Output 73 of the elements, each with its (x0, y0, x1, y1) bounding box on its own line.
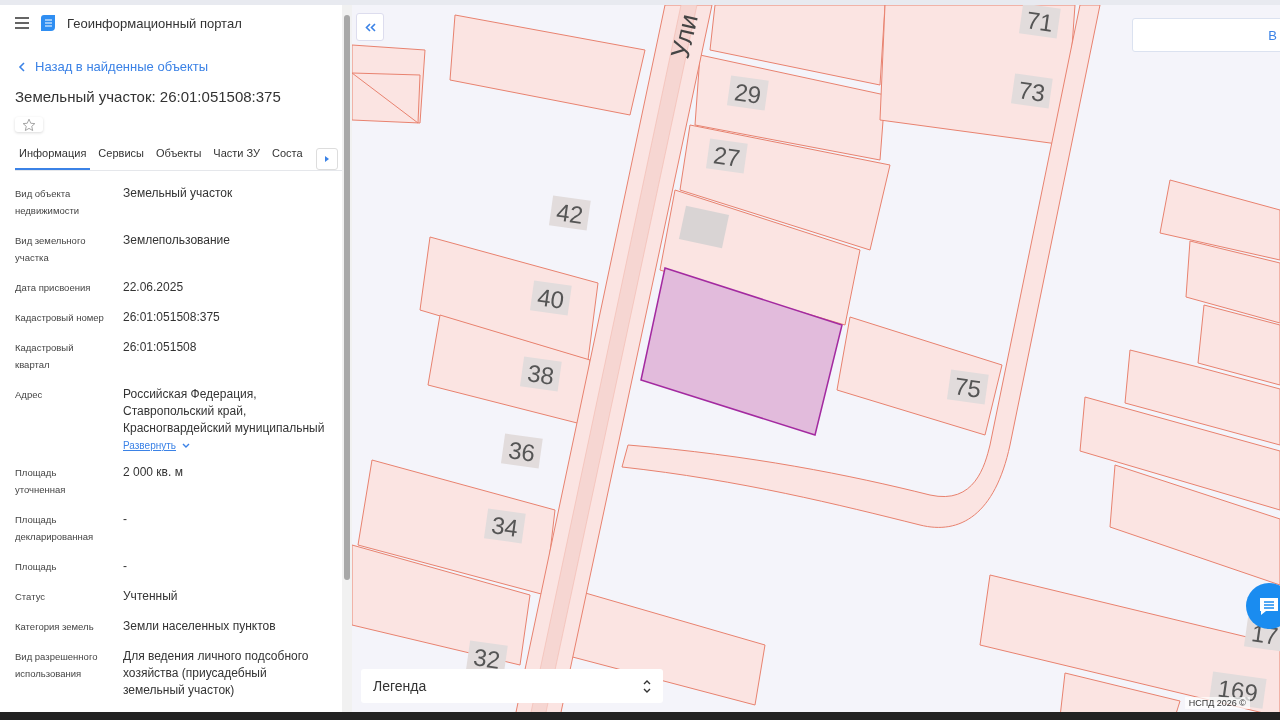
portal-title: Геоинформационный портал (67, 15, 242, 31)
expand-link[interactable]: Развернуть (123, 440, 327, 451)
house-number: 36 (500, 433, 543, 469)
land-parcel[interactable] (836, 316, 1003, 436)
land-parcel[interactable] (1185, 240, 1280, 324)
land-parcel[interactable] (979, 574, 1280, 712)
house-number: 29 (726, 75, 769, 111)
field-value: Землепользование (123, 232, 231, 249)
chevron-down-icon (182, 443, 190, 448)
land-parcel[interactable] (449, 14, 646, 116)
field-label: Кадастровый номер (15, 311, 105, 325)
chat-icon (1258, 596, 1280, 616)
double-chevron-left-icon (364, 22, 376, 32)
scroll-right-button[interactable] (316, 148, 338, 170)
scrollbar[interactable] (342, 5, 352, 712)
field-label: Кадастровый квартал (15, 341, 75, 372)
field-value: 26:01:051508 (123, 339, 198, 356)
house-number: 75 (946, 369, 989, 405)
search-button[interactable]: В (1132, 18, 1280, 52)
land-parcel[interactable] (1197, 304, 1280, 386)
house-number: 73 (1010, 73, 1053, 109)
field-value: 26:01:051508:375 (123, 309, 221, 326)
field-value: Учтенный (123, 588, 179, 605)
land-parcel[interactable] (419, 236, 599, 361)
house-number: 27 (705, 138, 748, 174)
field-label: Вид объекта недвижимости (15, 187, 81, 218)
field-value: Российская Федерация, Ставропольский край, Красногвардейский муниципальный (123, 386, 326, 437)
field-label: Площадь уточненная (15, 466, 67, 497)
house-number: 34 (483, 508, 526, 544)
field-value: - (123, 511, 128, 528)
object-title: Земельный участок: 26:01:051508:375 (15, 88, 282, 105)
star-icon (22, 117, 36, 132)
menu-icon[interactable] (15, 17, 29, 29)
back-link[interactable]: Назад в найденные объекты (0, 41, 342, 74)
chevron-left-icon (18, 61, 25, 72)
field-value: Для ведения личного подсобного хозяйства (приусадебный земельный участок) (123, 648, 310, 699)
field-label: Вид разрешенного использования (15, 650, 99, 681)
legend-dropdown[interactable]: Легенда (361, 669, 663, 703)
field-value: Земли населенных пунктов (123, 618, 277, 635)
field-label: Категория земель (15, 620, 95, 634)
field-value: 22.06.2025 (123, 279, 185, 296)
field-label: Вид земельного участка (15, 234, 87, 265)
field-label: Дата присвоения (15, 281, 92, 295)
land-parcel[interactable] (1109, 464, 1280, 586)
tab[interactable]: Объекты (151, 147, 206, 170)
house-number: 38 (519, 356, 562, 392)
field-label: Площадь (15, 560, 58, 574)
scrollbar-thumb[interactable] (344, 15, 350, 580)
land-parcel[interactable] (1159, 179, 1280, 261)
field-value: Земельный участок (123, 185, 234, 202)
collapse-panel-button[interactable] (356, 13, 384, 41)
logo-icon (41, 15, 55, 31)
field-label: Площадь декларированная (15, 513, 95, 544)
caret-icon (325, 156, 329, 162)
land-parcel[interactable] (709, 5, 886, 86)
house-number: 40 (529, 280, 572, 316)
land-parcel[interactable] (679, 124, 891, 251)
selected-parcel[interactable] (640, 267, 843, 436)
field-label: Адрес (15, 388, 44, 402)
field-value: 2 000 кв. м (123, 464, 184, 481)
house-number: 71 (1018, 5, 1061, 39)
land-parcel[interactable] (1079, 396, 1280, 511)
tab[interactable]: Части ЗУ (209, 147, 264, 170)
tab[interactable]: Соста (268, 147, 307, 170)
land-parcel[interactable] (352, 72, 421, 124)
tab[interactable]: Сервисы (94, 147, 148, 170)
favorite-button[interactable] (15, 117, 43, 132)
field-label: Статус (15, 590, 47, 604)
field-value: - (123, 558, 128, 575)
house-number: 42 (548, 195, 591, 231)
up-down-caret-icon (643, 679, 651, 693)
street-label: Ули (664, 11, 704, 62)
tab[interactable]: Информация (15, 147, 91, 170)
